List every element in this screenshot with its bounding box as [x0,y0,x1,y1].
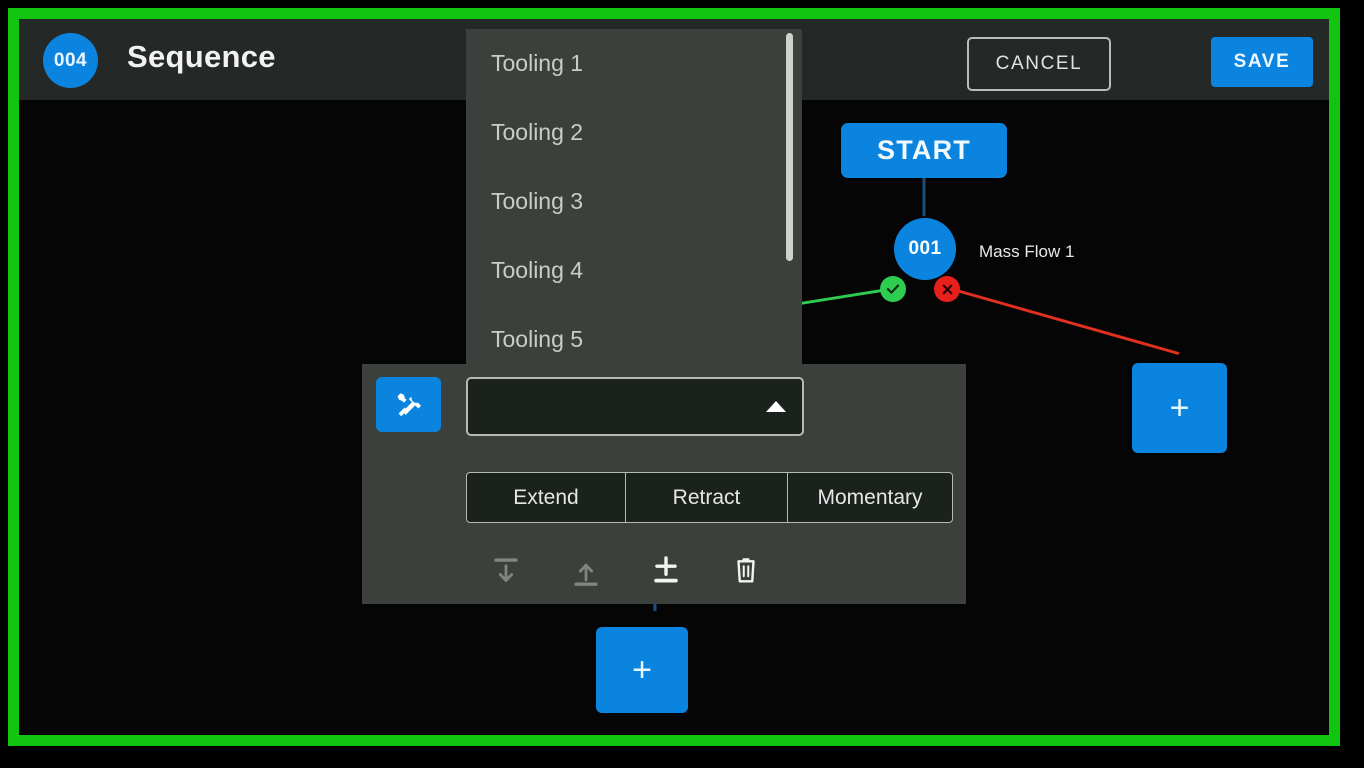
app-root: 004 Sequence CANCEL SAVE START 001 Mass … [0,0,1364,768]
node-001-label: Mass Flow 1 [979,242,1075,261]
dropdown-item-tooling-3[interactable]: Tooling 3 [466,167,802,236]
edge-001-failure [953,288,1180,356]
screen-inner: 004 Sequence CANCEL SAVE START 001 Mass … [19,19,1329,735]
save-button[interactable]: SAVE [1211,37,1313,87]
mode-segmented-control[interactable]: Extend Retract Momentary [466,472,953,523]
cross-icon [942,284,952,294]
tools-button[interactable] [376,377,441,432]
insert-below-icon [494,558,518,582]
add-node-bottom-plus: + [632,651,652,689]
step-action-toolbar [466,548,786,592]
node-001-failure-port[interactable] [934,276,960,302]
tooling-dropdown-list[interactable]: Tooling 1 Tooling 2 Tooling 3 Tooling 4 … [466,29,802,364]
node-001[interactable]: 001 [894,218,956,280]
node-001-success-port[interactable] [880,276,906,302]
start-node[interactable]: START [841,123,1007,178]
dropdown-item-tooling-2[interactable]: Tooling 2 [466,98,802,167]
sequence-number-badge: 004 [43,33,98,88]
start-node-label: START [877,135,971,165]
tooling-select[interactable] [466,377,804,436]
insert-below-button[interactable] [466,548,546,592]
step-editor-panel: Extend Retract Momentary [362,364,966,604]
add-step-button[interactable] [626,548,706,592]
tools-icon [397,392,421,416]
add-node-right-plus: + [1169,389,1190,427]
caret-up-icon[interactable] [766,401,786,412]
mode-retract-button[interactable]: Retract [626,472,788,523]
dropdown-scrollbar-thumb[interactable] [786,33,793,261]
insert-above-icon [574,563,598,586]
cancel-button[interactable]: CANCEL [967,37,1111,91]
mode-momentary-button[interactable]: Momentary [788,472,953,523]
mode-extend-button[interactable]: Extend [466,472,626,523]
node-001-id: 001 [908,238,942,259]
page-title: Sequence [127,39,276,74]
add-step-icon [654,556,678,583]
insert-above-button[interactable] [546,548,626,592]
dropdown-item-tooling-1[interactable]: Tooling 1 [466,29,802,98]
screen-frame: 004 Sequence CANCEL SAVE START 001 Mass … [8,8,1340,746]
add-node-bottom[interactable]: + [596,627,688,713]
dropdown-item-tooling-5[interactable]: Tooling 5 [466,305,802,364]
add-node-right[interactable]: + [1132,363,1227,453]
delete-step-button[interactable] [706,548,786,592]
delete-icon [737,558,755,583]
dropdown-item-tooling-4[interactable]: Tooling 4 [466,236,802,305]
check-icon [886,284,900,294]
